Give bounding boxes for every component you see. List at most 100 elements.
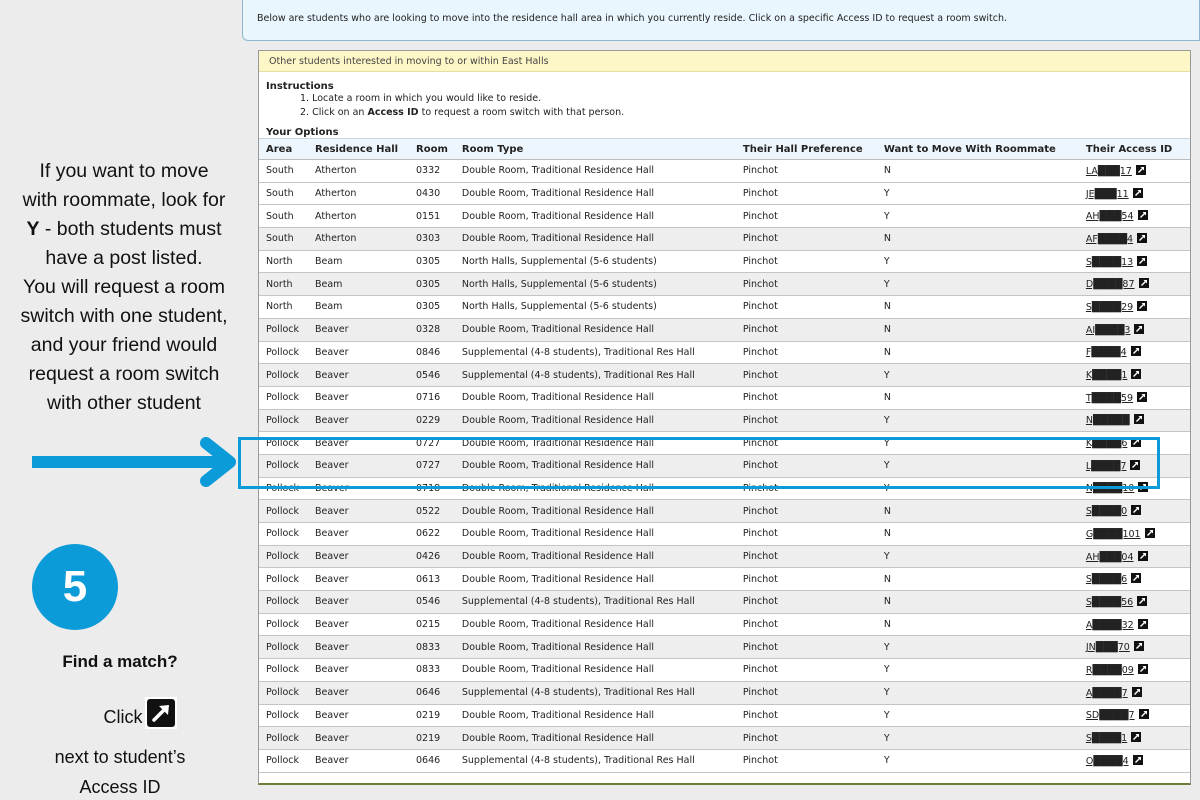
access-id-link[interactable]: A████32 bbox=[1086, 620, 1134, 631]
external-link-icon[interactable] bbox=[1137, 300, 1148, 311]
cell-room-type: Double Room, Traditional Residence Hall bbox=[454, 658, 736, 682]
cell-residence-hall: Beaver bbox=[308, 522, 409, 546]
cell-area: Pollock bbox=[259, 499, 308, 523]
external-link-icon[interactable] bbox=[1131, 573, 1142, 584]
external-link-icon[interactable] bbox=[1137, 618, 1148, 629]
access-id-link[interactable]: N████10 bbox=[1086, 483, 1134, 494]
cell-access-id: K████1 bbox=[1078, 363, 1190, 387]
external-link-icon[interactable] bbox=[1134, 323, 1145, 334]
cell-room: 0219 bbox=[409, 704, 455, 728]
cell-move-with-roommate: Y bbox=[876, 658, 1079, 682]
external-link-icon[interactable] bbox=[1138, 709, 1149, 720]
external-link-icon[interactable] bbox=[1133, 414, 1144, 425]
external-link-icon[interactable] bbox=[1137, 595, 1148, 606]
table-row: Pollock Beaver 0426 Double Room, Traditiona… bbox=[259, 545, 1190, 569]
access-id-link[interactable]: LA███17 bbox=[1086, 166, 1132, 177]
external-link-icon[interactable] bbox=[1137, 232, 1148, 243]
access-id-link[interactable]: S████29 bbox=[1086, 302, 1133, 313]
column-header-move-with-roommate[interactable]: Want to Move With Roommate bbox=[876, 138, 1079, 160]
external-link-icon[interactable] bbox=[1131, 732, 1142, 743]
external-link-icon[interactable] bbox=[1131, 686, 1142, 697]
access-id-link[interactable]: K████6 bbox=[1086, 438, 1128, 449]
cell-residence-hall: Beaver bbox=[308, 477, 409, 501]
cell-residence-hall: Beam bbox=[308, 250, 409, 274]
instructions-list: 1. Locate a room in which you would like… bbox=[300, 92, 1183, 120]
cell-access-id: R████09 bbox=[1078, 658, 1190, 682]
cell-residence-hall: Beam bbox=[308, 295, 409, 319]
access-id-link[interactable]: G████101 bbox=[1086, 529, 1141, 540]
access-id-link[interactable]: N█████ bbox=[1086, 415, 1130, 426]
column-header-hall-preference[interactable]: Their Hall Preference bbox=[735, 138, 877, 160]
access-id-link[interactable]: AH███04 bbox=[1086, 552, 1134, 563]
tip-bold-y: Y bbox=[26, 218, 40, 240]
external-link-icon[interactable] bbox=[1144, 527, 1155, 538]
access-id-link[interactable]: A████7 bbox=[1086, 688, 1128, 699]
access-id-link[interactable]: S████56 bbox=[1086, 597, 1133, 608]
cell-hall-preference: Pinchot bbox=[735, 341, 877, 365]
access-id-link[interactable]: SD████7 bbox=[1086, 710, 1135, 721]
external-link-icon[interactable] bbox=[1137, 255, 1148, 266]
access-id-link[interactable]: L████7 bbox=[1086, 461, 1127, 472]
external-link-icon[interactable] bbox=[1132, 187, 1143, 198]
external-link-icon[interactable] bbox=[1130, 459, 1141, 470]
cell-move-with-roommate: Y bbox=[876, 454, 1079, 478]
cell-room-type: Double Room, Traditional Residence Hall bbox=[454, 613, 736, 637]
access-id-link[interactable]: S████0 bbox=[1086, 506, 1127, 517]
cell-room-type: Double Room, Traditional Residence Hall bbox=[454, 318, 736, 342]
cell-move-with-roommate: Y bbox=[876, 182, 1079, 206]
tip-line: Y - both students must bbox=[8, 215, 240, 244]
cell-access-id: JE███11 bbox=[1078, 182, 1190, 206]
cell-access-id: D████87 bbox=[1078, 272, 1190, 297]
column-header-room[interactable]: Room bbox=[409, 138, 455, 160]
external-link-icon[interactable] bbox=[1138, 482, 1149, 493]
external-link-icon[interactable] bbox=[1135, 164, 1146, 175]
access-id-link[interactable]: AH███54 bbox=[1086, 211, 1134, 222]
access-id-link[interactable]: AF████4 bbox=[1086, 234, 1133, 245]
access-id-link[interactable]: F████4 bbox=[1086, 347, 1127, 358]
instruction-text: 2. Click on an bbox=[300, 107, 368, 118]
tip-line: If you want to move bbox=[39, 160, 209, 182]
column-header-residence-hall[interactable]: Residence Hall bbox=[308, 138, 409, 160]
external-link-icon[interactable] bbox=[1137, 391, 1147, 402]
access-id-link[interactable]: D████87 bbox=[1086, 279, 1135, 290]
cell-move-with-roommate: N bbox=[876, 567, 1079, 592]
external-link-icon[interactable] bbox=[1137, 550, 1148, 561]
table-row: Pollock Beaver 0546 Supplemental (4-8 stude… bbox=[259, 363, 1190, 387]
access-id-link[interactable]: JE███11 bbox=[1086, 189, 1129, 200]
cell-room: 0430 bbox=[409, 182, 455, 206]
access-id-link[interactable]: JN███70 bbox=[1086, 642, 1130, 653]
cell-residence-hall: Atherton bbox=[308, 182, 409, 206]
access-id-link[interactable]: T████59 bbox=[1086, 393, 1133, 404]
external-link-icon[interactable] bbox=[1132, 754, 1143, 765]
cell-hall-preference: Pinchot bbox=[735, 635, 877, 660]
table-row: Pollock Beaver 0522 Double Room, Traditiona… bbox=[259, 499, 1190, 523]
column-header-area[interactable]: Area bbox=[259, 138, 308, 160]
external-link-icon[interactable] bbox=[1138, 278, 1149, 289]
external-link-icon[interactable] bbox=[1131, 369, 1142, 380]
external-link-icon[interactable] bbox=[1137, 210, 1148, 221]
access-id-link[interactable]: K████1 bbox=[1086, 370, 1128, 381]
cell-residence-hall: Beaver bbox=[308, 454, 409, 478]
access-id-link[interactable]: S████6 bbox=[1086, 574, 1127, 585]
column-header-room-type[interactable]: Room Type bbox=[454, 138, 736, 160]
cell-access-id: AH███54 bbox=[1078, 204, 1190, 229]
external-link-icon[interactable] bbox=[1131, 505, 1142, 516]
external-link-icon[interactable] bbox=[1133, 641, 1144, 652]
external-link-icon[interactable] bbox=[1130, 346, 1141, 357]
table-row: Pollock Beaver 0215 Double Room, Traditiona… bbox=[259, 613, 1190, 637]
cell-residence-hall: Beaver bbox=[308, 635, 409, 660]
access-id-link[interactable]: O████4 bbox=[1086, 756, 1129, 767]
cell-area: Pollock bbox=[259, 409, 308, 433]
access-id-link[interactable]: S████1 bbox=[1086, 733, 1127, 744]
external-link-icon[interactable] bbox=[1131, 437, 1142, 448]
access-id-link[interactable]: S████13 bbox=[1086, 257, 1133, 268]
column-header-access-id[interactable]: Their Access ID bbox=[1078, 138, 1190, 160]
access-id-link[interactable]: R████09 bbox=[1086, 665, 1134, 676]
cell-area: Pollock bbox=[259, 318, 308, 342]
external-link-icon[interactable] bbox=[1137, 663, 1148, 674]
cell-room: 0305 bbox=[409, 272, 455, 297]
tutorial-annotation: If you want to move with roommate, look … bbox=[0, 0, 240, 800]
cell-room: 0305 bbox=[409, 250, 455, 274]
cell-move-with-roommate: N bbox=[876, 499, 1079, 523]
access-id-link[interactable]: AI████3 bbox=[1086, 325, 1131, 336]
